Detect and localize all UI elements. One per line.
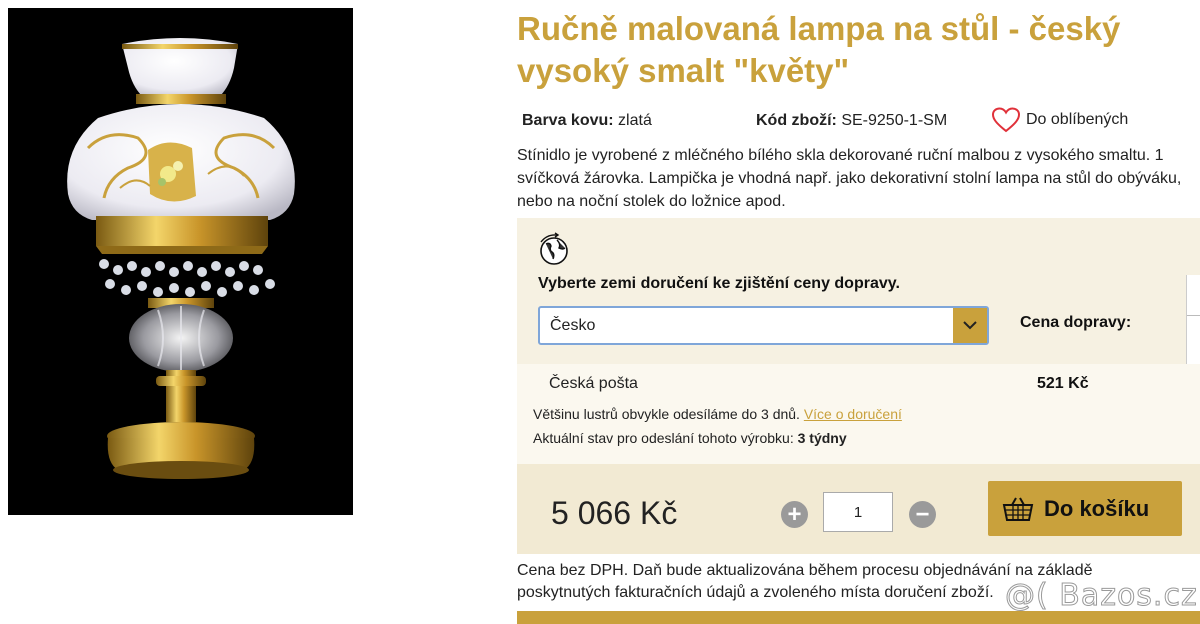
- shipping-note-text: Většinu lustrů obvykle odesíláme do 3 dn…: [533, 406, 800, 422]
- product-title: Ručně malovaná lampa na stůl - český vys…: [517, 10, 1121, 89]
- shipping-note: Většinu lustrů obvykle odesíláme do 3 dn…: [533, 406, 902, 422]
- carrier-price: 521 Kč: [1037, 375, 1089, 392]
- product-price: 5 066 Kč: [551, 495, 678, 531]
- shipping-price-label: Cena dopravy:: [1020, 314, 1132, 331]
- basket-icon: [1002, 497, 1034, 521]
- add-to-favorites-button[interactable]: Do oblíbených: [992, 107, 1128, 133]
- favorites-label: Do oblíbených: [1026, 111, 1129, 128]
- product-code-label: Kód zboží:: [756, 112, 837, 129]
- shipping-status: Aktuální stav pro odeslání tohoto výrobk…: [533, 430, 847, 446]
- country-select-value: Česko: [550, 317, 596, 334]
- country-select[interactable]: Česko: [538, 306, 989, 345]
- quantity-increase-button[interactable]: +: [781, 501, 808, 528]
- lamp-photo: [8, 8, 353, 515]
- shipping-status-text: Aktuální stav pro odeslání tohoto výrobk…: [533, 430, 794, 446]
- product-code-value: SE-9250-1-SM: [841, 112, 948, 129]
- add-to-cart-label: Do košíku: [1044, 495, 1150, 521]
- quantity-decrease-button[interactable]: −: [909, 501, 936, 528]
- side-panel-divider: [1187, 315, 1200, 316]
- product-code: Kód zboží: SE-9250-1-SM: [756, 112, 947, 130]
- quantity-input[interactable]: 1: [823, 492, 893, 532]
- carrier-name: Česká pošta: [549, 375, 638, 392]
- globe-icon: [540, 232, 568, 265]
- chevron-down-icon[interactable]: [953, 308, 987, 343]
- heart-icon: [992, 107, 1020, 133]
- metal-color: Barva kovu: zlatá: [522, 112, 652, 130]
- delivery-info-link[interactable]: Více o doručení: [804, 406, 902, 422]
- product-image[interactable]: [8, 8, 353, 515]
- metal-color-label: Barva kovu:: [522, 112, 614, 129]
- metal-color-value: zlatá: [618, 112, 652, 129]
- shipping-status-value: 3 týdny: [797, 430, 847, 446]
- watermark: @( Bazos.cz: [1005, 578, 1198, 614]
- shipping-heading: Vyberte zemi doručení ke zjištění ceny d…: [538, 275, 900, 292]
- product-description: Stínidlo je vyrobené z mléčného bílého s…: [517, 147, 1182, 210]
- add-to-cart-button[interactable]: Do košíku: [988, 481, 1182, 536]
